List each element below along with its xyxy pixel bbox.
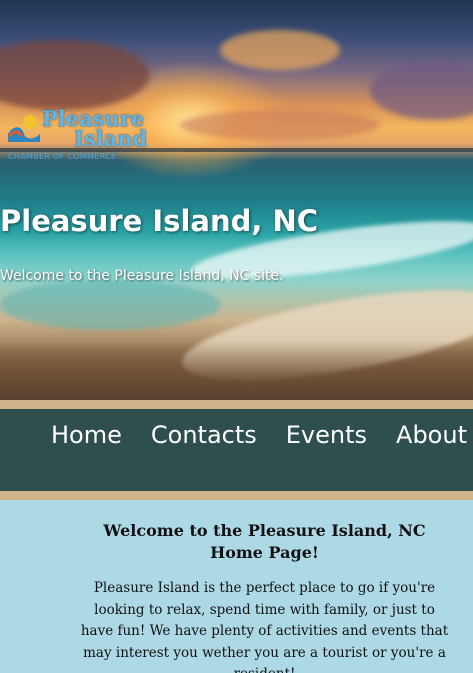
- hero-subtitle: Welcome to the Pleasure Island, NC site.: [0, 268, 284, 284]
- nav-border-top: [0, 400, 473, 409]
- logo-tagline: CHAMBER OF COMMERCE: [8, 152, 117, 161]
- page-title: Pleasure Island, NC: [0, 204, 319, 238]
- cloud: [180, 110, 380, 140]
- main-content: Welcome to the Pleasure Island, NC Home …: [0, 500, 473, 673]
- cloud: [220, 30, 340, 70]
- ocean-wave: [0, 280, 220, 330]
- welcome-paragraph: Pleasure Island is the perfect place to …: [80, 580, 449, 673]
- welcome-heading: Welcome to the Pleasure Island, NC Home …: [103, 521, 426, 562]
- cloud: [370, 60, 473, 120]
- nav-list: Home Contacts Events About: [51, 420, 473, 450]
- main-nav: Home Contacts Events About: [0, 409, 473, 491]
- nav-item-about[interactable]: About: [396, 420, 467, 450]
- nav-item-home[interactable]: Home: [51, 420, 122, 450]
- hero-banner: Pleasure Island CHAMBER OF COMMERCE Plea…: [0, 0, 473, 400]
- chamber-logo[interactable]: Pleasure Island CHAMBER OF COMMERCE: [6, 108, 148, 168]
- nav-border-bottom: [0, 491, 473, 500]
- logo-sun-wave-icon: [8, 115, 40, 142]
- beach-sand: [0, 340, 473, 400]
- nav-item-contacts[interactable]: Contacts: [151, 420, 257, 450]
- logo-word-island: Island: [74, 126, 148, 151]
- nav-item-events[interactable]: Events: [286, 420, 367, 450]
